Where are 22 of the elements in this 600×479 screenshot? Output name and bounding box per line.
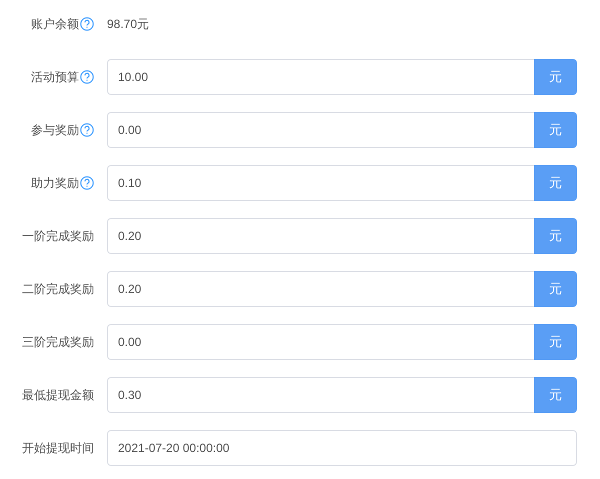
help-icon[interactable] bbox=[80, 176, 94, 190]
field-label: 开始提现时间 bbox=[22, 440, 94, 456]
input-field[interactable]: 0.20 bbox=[107, 218, 534, 254]
field-label: 参与奖励 bbox=[31, 122, 79, 138]
help-icon[interactable] bbox=[80, 70, 94, 84]
field-label: 二阶完成奖励 bbox=[22, 280, 94, 298]
field-label: 三阶完成奖励 bbox=[22, 334, 94, 350]
input-field[interactable]: 0.00 bbox=[107, 112, 534, 148]
input-field[interactable]: 0.30 bbox=[107, 377, 534, 413]
field-label: 一阶完成奖励 bbox=[22, 228, 94, 244]
input-field[interactable]: 0.00 bbox=[107, 324, 534, 360]
input-field[interactable]: 0.10 bbox=[107, 165, 534, 201]
field-label: 助力奖励 bbox=[31, 174, 79, 192]
field-label: 账户余额 bbox=[31, 16, 79, 32]
balance-value: 98.70元 bbox=[107, 16, 150, 32]
help-icon[interactable] bbox=[80, 123, 94, 137]
input-field[interactable]: 10.00 bbox=[107, 59, 534, 95]
help-icon[interactable] bbox=[80, 17, 94, 31]
field-label: 活动预算 bbox=[31, 68, 79, 86]
input-field[interactable]: 2021-07-20 00:00:00 bbox=[107, 430, 577, 466]
input-field[interactable]: 0.20 bbox=[107, 271, 534, 307]
field-label: 最低提现金额 bbox=[22, 386, 94, 404]
